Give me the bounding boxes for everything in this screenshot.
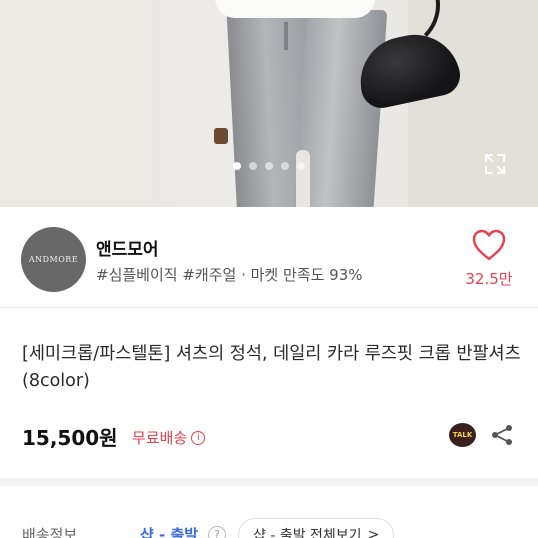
view-all-button[interactable]: 샵 - 출발 전체보기 > (238, 518, 395, 538)
carousel-dot[interactable] (265, 162, 273, 170)
photo-leg-gap (296, 150, 310, 207)
section-separator (0, 478, 538, 486)
view-all-label: 샵 - 출발 전체보기 (253, 528, 362, 538)
carousel-indicator (0, 162, 538, 170)
kakao-talk-icon[interactable]: TALK (449, 423, 476, 447)
seller-logo[interactable]: ANDMORE (21, 227, 86, 292)
seller-row[interactable]: ANDMORE 앤드모어 #심플베이직 #캐주얼 · 마켓 만족도 93% 32… (0, 207, 538, 307)
shipping-label: 무료배송 (132, 429, 188, 447)
carousel-dot[interactable] (297, 162, 305, 170)
photo-background (0, 0, 150, 207)
info-icon[interactable]: i (191, 430, 206, 445)
expand-icon[interactable] (484, 153, 506, 175)
share-icon[interactable] (490, 423, 514, 447)
kakao-talk-label: TALK (452, 431, 473, 439)
carousel-dot[interactable] (281, 162, 289, 170)
seller-name[interactable]: 앤드모어 (96, 235, 159, 260)
delivery-label: 배송정보 (22, 526, 78, 538)
product-price: 15,500원 (22, 426, 118, 450)
delivery-value[interactable]: 샵 - 출발 (140, 524, 198, 538)
shipping-badge[interactable]: 무료배송 i (132, 427, 206, 448)
photo-belt-loop (284, 22, 288, 50)
product-title: [세미크롭/파스텔톤] 셔츠의 정석, 데일리 카라 루즈핏 크롭 반팔셔츠 (… (22, 344, 521, 391)
heart-icon[interactable] (471, 228, 507, 262)
help-icon[interactable]: ? (208, 526, 226, 538)
seller-tags: #심플베이직 #캐주얼 · 마켓 만족도 93% (96, 266, 363, 284)
carousel-dot[interactable] (233, 162, 241, 170)
divider (0, 307, 538, 308)
seller-logo-text: ANDMORE (28, 255, 79, 264)
carousel-dot[interactable] (249, 162, 257, 170)
like-count: 32.5만 (465, 270, 513, 288)
chevron-right-icon: > (367, 527, 380, 538)
product-image-carousel[interactable] (0, 0, 538, 207)
photo-watch (214, 128, 228, 144)
